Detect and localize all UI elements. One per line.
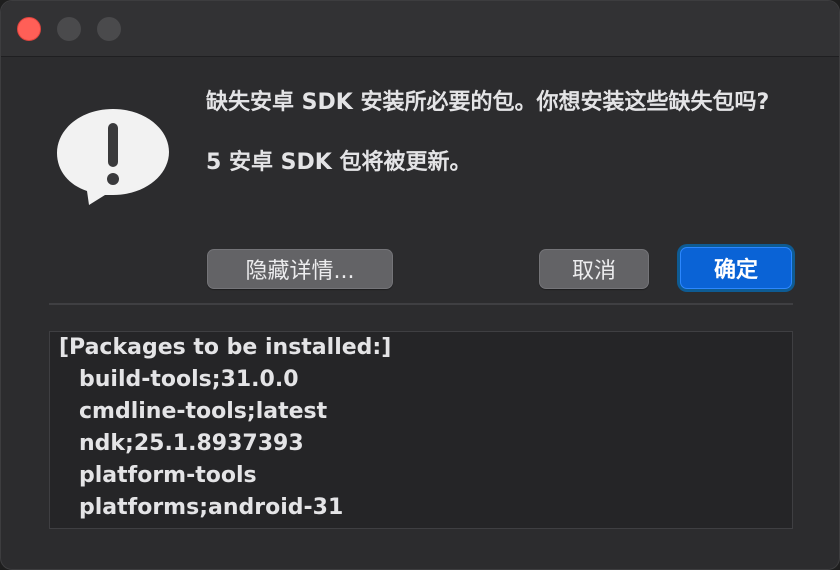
packages-header: [Packages to be installed:] [59,335,392,360]
zoom-window-button[interactable] [97,17,121,41]
divider [49,303,793,305]
message-question: 缺失安卓 SDK 安装所必要的包。你想安装这些缺失包吗? [206,90,770,115]
minimize-window-button[interactable] [57,17,81,41]
hide-details-button[interactable]: 隐藏详情... [207,249,393,289]
cancel-button[interactable]: 取消 [539,249,649,289]
ok-button[interactable]: 确定 [680,247,792,289]
package-item: platform-tools [79,463,257,488]
close-window-button[interactable] [17,17,41,41]
dialog-message: 缺失安卓 SDK 安装所必要的包。你想安装这些缺失包吗? 5 安卓 SDK 包将… [206,87,806,179]
title-bar [1,1,839,57]
alert-exclamation-icon [57,109,169,205]
package-item: ndk;25.1.8937393 [79,431,304,456]
package-item: build-tools;31.0.0 [79,367,299,392]
package-item: cmdline-tools;latest [79,399,328,424]
details-text-area[interactable]: [Packages to be installed:] build-tools;… [49,331,793,529]
alert-dialog-window: 缺失安卓 SDK 安装所必要的包。你想安装这些缺失包吗? 5 安卓 SDK 包将… [0,0,840,570]
package-item: platforms;android-31 [79,495,344,520]
message-update-count: 5 安卓 SDK 包将被更新。 [206,150,472,175]
